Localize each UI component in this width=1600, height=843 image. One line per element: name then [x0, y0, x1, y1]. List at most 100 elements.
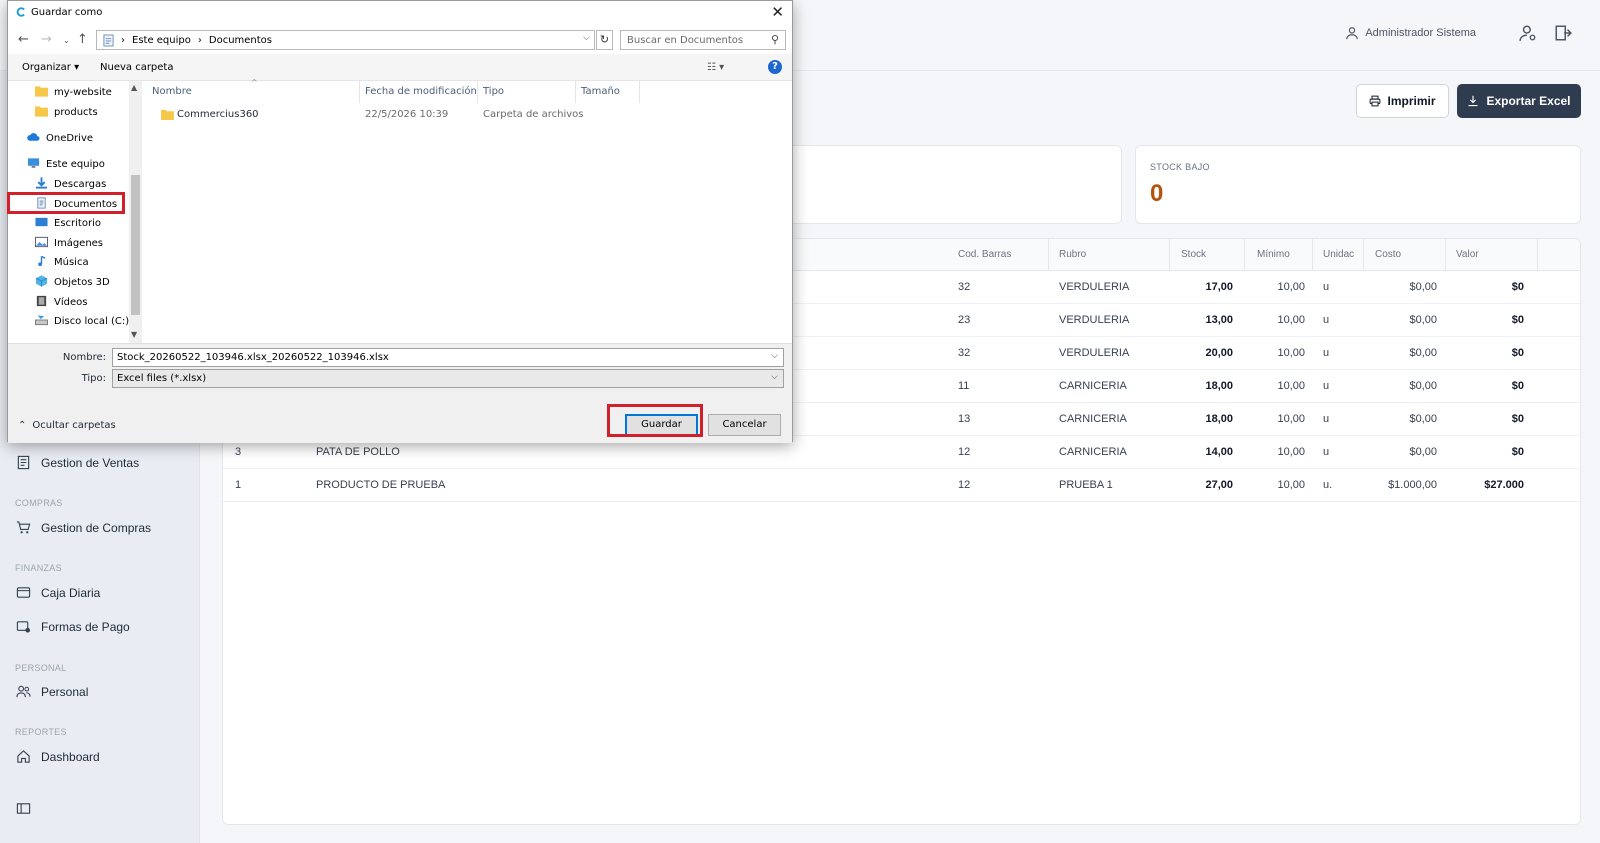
help-icon[interactable]: ?	[768, 60, 782, 74]
scroll-down-icon[interactable]: ▼	[131, 330, 137, 339]
cell-unit: u	[1323, 314, 1330, 326]
sidebar-item-formas-pago[interactable]: Formas de Pago	[16, 619, 130, 634]
table-row[interactable]: 1 PRODUCTO DE PRUEBA 12 PRUEBA 1 27,00 10,00 u…	[223, 469, 1580, 502]
sidebar-item-personal[interactable]: Personal	[16, 684, 88, 699]
sidebar-toggle-icon	[16, 803, 31, 814]
new-folder-button[interactable]: Nueva carpeta	[100, 62, 173, 73]
file-type-select[interactable]: Excel files (*.xlsx) ⌵	[112, 369, 784, 388]
drive-icon	[35, 314, 48, 329]
tree-item[interactable]: my-website	[35, 85, 112, 100]
tree-item-label: Escritorio	[54, 218, 101, 229]
file-list: Nombre ^ Fecha de modificación Tipo Tama…	[146, 78, 792, 343]
recent-locations-icon[interactable]: ⌄	[63, 36, 70, 45]
document-list-icon	[17, 455, 30, 470]
col-header[interactable]: Mínimo	[1257, 249, 1290, 260]
refresh-button[interactable]: ↻	[596, 30, 613, 50]
sort-up-icon: ^	[251, 78, 258, 87]
cell-value: $0	[1511, 446, 1524, 458]
cell-value: $0	[1511, 380, 1524, 392]
col-modified[interactable]: Fecha de modificación	[365, 86, 477, 97]
card-settings-icon	[16, 621, 31, 633]
wallet-icon	[16, 587, 31, 598]
forward-arrow-icon[interactable]: →	[41, 32, 52, 47]
tree-item[interactable]: Música	[35, 255, 89, 270]
close-icon[interactable]: ✕	[771, 3, 784, 21]
tree-item[interactable]: Escritorio	[35, 216, 101, 231]
cell-value: $27.000	[1484, 479, 1524, 491]
sidebar-item-ventas[interactable]: Gestion de Ventas	[16, 455, 139, 470]
type-label: Tipo:	[81, 373, 106, 384]
chevron-down-icon[interactable]: ⌵	[583, 33, 590, 43]
user-menu[interactable]: Administrador Sistema	[1345, 26, 1476, 40]
col-size[interactable]: Tamaño	[581, 86, 620, 97]
scroll-thumb[interactable]	[131, 175, 140, 315]
tree-item[interactable]: Este equipo	[27, 157, 105, 172]
col-header[interactable]: Costo	[1375, 249, 1401, 260]
export-excel-button[interactable]: Exportar Excel	[1457, 84, 1581, 118]
col-name[interactable]: Nombre	[152, 86, 192, 97]
file-type: Carpeta de archivos	[483, 109, 584, 120]
col-header[interactable]: Valor	[1456, 249, 1479, 260]
cell-cost: $0,00	[1409, 413, 1437, 425]
col-header[interactable]: Stock	[1181, 249, 1206, 260]
address-bar[interactable]: › Este equipo › Documentos ⌵	[96, 30, 595, 50]
search-input[interactable]: Buscar en Documentos ⚲	[620, 30, 786, 50]
tree-item[interactable]: OneDrive	[27, 131, 93, 146]
cell-barcode: 32	[958, 281, 971, 293]
sidebar-item-dashboard[interactable]: Dashboard	[16, 749, 100, 764]
file-type-value: Excel files (*.xlsx)	[117, 373, 207, 384]
file-row[interactable]: Commercius360 22/5/2026 10:39 Carpeta de…	[156, 105, 776, 125]
sidebar-item-label: Formas de Pago	[41, 619, 130, 634]
cell-stock: 27,00	[1205, 479, 1233, 491]
chevron-down-icon[interactable]: ⌵	[771, 372, 778, 382]
sidebar-item-compras[interactable]: Gestion de Compras	[16, 520, 151, 535]
breadcrumb-item[interactable]: Documentos	[209, 35, 272, 46]
tree-item-label: Descargas	[54, 179, 107, 190]
col-type[interactable]: Tipo	[483, 86, 504, 97]
cell-min: 10,00	[1277, 413, 1305, 425]
tree-item-label: Imágenes	[54, 238, 104, 249]
breadcrumb-separator: ›	[121, 34, 125, 46]
tree-item[interactable]: Descargas	[35, 177, 106, 192]
cell-cost: $0,00	[1409, 380, 1437, 392]
view-options-icon[interactable]: ☷ ▾	[707, 62, 724, 73]
up-arrow-icon[interactable]: ↑	[77, 32, 88, 47]
filename-label: Nombre:	[62, 352, 106, 363]
tree-item[interactable]: Vídeos	[35, 295, 87, 310]
logout-icon[interactable]	[1554, 24, 1572, 42]
document-icon	[103, 34, 114, 46]
col-header[interactable]: Rubro	[1059, 249, 1086, 260]
cell-stock: 20,00	[1205, 347, 1233, 359]
cancel-button[interactable]: Cancelar	[708, 414, 781, 436]
organize-button[interactable]: Organizar ▾	[22, 62, 79, 73]
users-icon	[16, 685, 31, 698]
scroll-up-icon[interactable]: ▲	[131, 83, 137, 92]
section-compras: COMPRAS	[15, 498, 63, 508]
cell-rubro: CARNICERIA	[1059, 413, 1127, 425]
tree-item[interactable]: Disco local (C:)	[35, 314, 129, 329]
print-button[interactable]: Imprimir	[1356, 84, 1449, 118]
col-header[interactable]: Cod. Barras	[958, 249, 1011, 260]
cell-unit: u	[1323, 413, 1330, 425]
cell-value: $0	[1511, 347, 1524, 359]
app-logo-icon	[16, 7, 25, 17]
cell-cost: $1.000,00	[1388, 479, 1437, 491]
cell-cost: $0,00	[1409, 281, 1437, 293]
sidebar-item-caja-diaria[interactable]: Caja Diaria	[16, 585, 100, 600]
section-finanzas: FINANZAS	[15, 563, 62, 573]
user-settings-icon[interactable]	[1519, 24, 1537, 42]
navigation-scrollbar[interactable]: ▲ ▼	[129, 81, 142, 343]
back-arrow-icon[interactable]: ←	[18, 32, 29, 47]
tree-item[interactable]: Objetos 3D	[35, 275, 110, 290]
cell-id: 1	[235, 479, 242, 491]
section-reportes: REPORTES	[15, 727, 67, 737]
tree-item[interactable]: Imágenes	[35, 236, 103, 251]
chevron-down-icon[interactable]: ⌵	[771, 351, 778, 361]
breadcrumb-item[interactable]: Este equipo	[132, 35, 191, 46]
hide-folders-toggle[interactable]: ⌃ Ocultar carpetas	[18, 420, 116, 431]
tree-item-label: Disco local (C:)	[54, 316, 130, 327]
col-header[interactable]: Unidac	[1323, 249, 1354, 260]
filename-input[interactable]: Stock_20260522_103946.xlsx_20260522_1039…	[112, 348, 784, 367]
tree-item[interactable]: products	[35, 105, 98, 120]
sidebar-collapse-button[interactable]	[16, 801, 31, 816]
